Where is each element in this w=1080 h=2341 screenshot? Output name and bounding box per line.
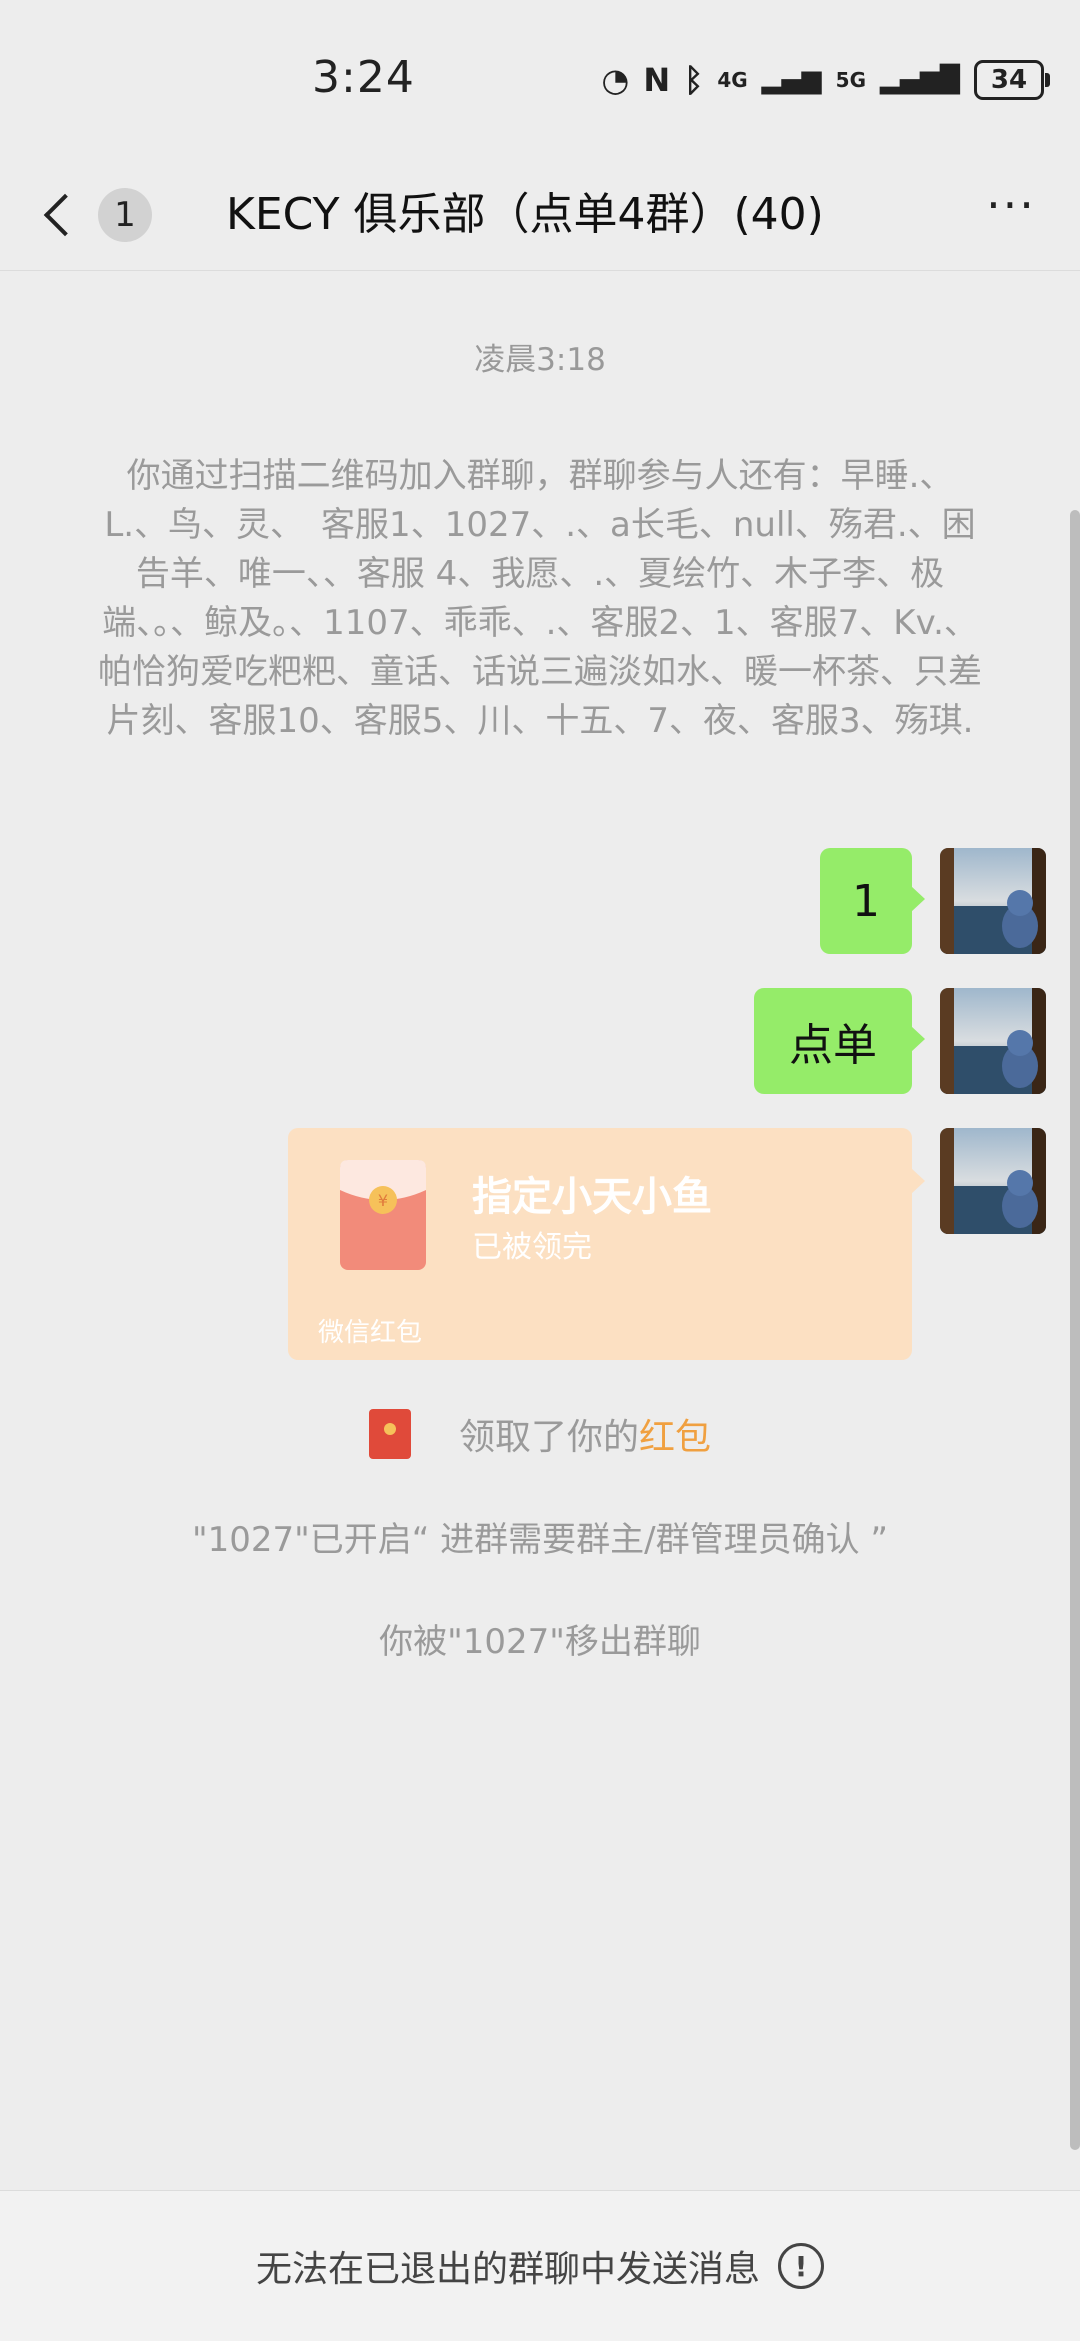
more-options-button[interactable]: ··· <box>976 182 1046 240</box>
chevron-left-icon <box>43 193 87 237</box>
back-button[interactable]: 1 <box>40 180 152 250</box>
avatar-image <box>940 848 1046 954</box>
info-icon[interactable]: ! <box>778 2243 824 2289</box>
message-bubble[interactable]: 点单 <box>754 988 925 1094</box>
avatar-image <box>940 1128 1046 1234</box>
speed-meter-icon: ◔ <box>601 61 630 99</box>
bluetooth-icon: ᛒ <box>684 61 704 99</box>
unread-count-badge: 1 <box>98 188 152 242</box>
red-packet-footer: 微信红包 <box>318 1318 423 1348</box>
avatar[interactable] <box>940 988 1046 1094</box>
network-4g-label: 4G <box>717 68 748 92</box>
red-packet-icon: ¥ <box>340 1160 426 1270</box>
join-notice: 你通过扫描二维码加入群聊，群聊参与人还有：早睡.、L.、鸟、灵、 客服1、102… <box>98 456 982 741</box>
message-bubble[interactable]: 1 <box>820 848 925 954</box>
cannot-send-text: 无法在已退出的群聊中发送消息 <box>255 2249 760 2290</box>
red-packet-title: 指定小天小鱼 <box>472 1174 712 1220</box>
red-packet-card[interactable]: ¥ 指定小天小鱼 已被领完 微信红包 <box>288 1128 925 1360</box>
red-packet-link[interactable]: 红包 <box>639 1417 711 1458</box>
chat-header: 1 KECY 俱乐部（点单4群）(40) ··· <box>0 160 1080 271</box>
removed-notice: 你被"1027"移出群聊 <box>379 1622 701 1662</box>
claim-text: 领取了你的红包 <box>459 1408 711 1460</box>
status-bar: 3:24 ◔ N ᛒ 4G ▂▄▆ 5G ▂▄▆█ 34 <box>0 0 1080 160</box>
red-packet-small-icon <box>368 1409 411 1459</box>
nfc-icon: N <box>643 61 671 99</box>
network-5g-label: 5G <box>835 68 867 92</box>
message-timestamp: 凌晨3:18 <box>474 342 606 378</box>
status-time: 3:24 <box>312 52 415 103</box>
signal-icon: ▂▄▆ <box>761 65 822 95</box>
avatar-image <box>940 988 1046 1094</box>
disabled-input-footer: 无法在已退出的群聊中发送消息 ! <box>0 2190 1080 2341</box>
svg-text:¥: ¥ <box>378 1191 388 1210</box>
claim-prefix: 领取了你的 <box>458 1417 639 1458</box>
approval-notice: "1027"已开启“ 进群需要群主/群管理员确认 ” <box>191 1520 889 1560</box>
battery-icon: 34 <box>974 60 1050 100</box>
chat-title: KECY 俱乐部（点单4群）(40) <box>226 189 824 240</box>
signal-icon-2: ▂▄▆█ <box>880 65 960 95</box>
red-packet-status: 已被领完 <box>472 1230 592 1265</box>
red-packet-claim-notice: 领取了你的红包 <box>0 1404 1080 1464</box>
status-icons: ◔ N ᛒ 4G ▂▄▆ 5G ▂▄▆█ 34 <box>601 56 1050 104</box>
avatar[interactable] <box>940 1128 1046 1234</box>
avatar[interactable] <box>940 848 1046 954</box>
scrollbar[interactable] <box>1070 510 1080 2150</box>
